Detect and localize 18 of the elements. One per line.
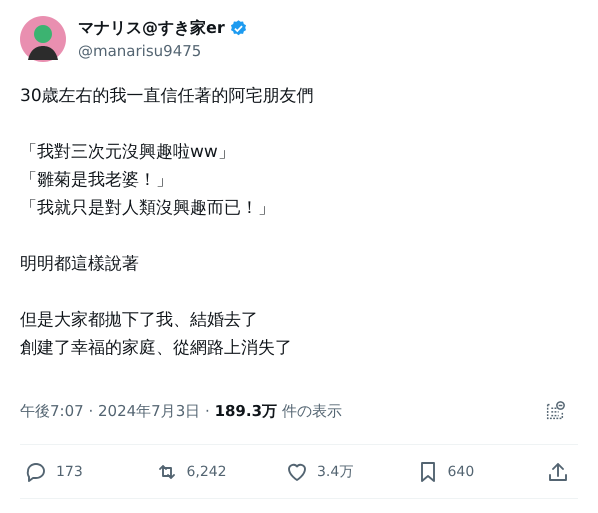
avatar-icon[interactable] xyxy=(20,16,66,62)
share-icon[interactable] xyxy=(546,460,570,484)
tweet-text-line: 創建了幸福的家庭、從網路上消失了 xyxy=(20,337,292,360)
action-count: 173 xyxy=(56,464,83,480)
author-handle[interactable]: @manarisu9475 xyxy=(78,42,248,60)
tweet-text-line: 30歳左右的我一直信任著的阿宅朋友們 xyxy=(20,85,314,108)
action-count: 640 xyxy=(448,464,474,480)
tweet-text-line: 但是大家都拋下了我、結婚去了 xyxy=(20,309,258,332)
action-count: 3.4万 xyxy=(317,463,354,481)
tweet-text-line: 「我就只是對人類沒興趣而已！」 xyxy=(20,197,275,220)
action-count: 6,242 xyxy=(186,464,227,480)
analytics-icon[interactable] xyxy=(544,400,566,422)
tweet-text-line: 「我對三次元沒興趣啦ww」 xyxy=(20,141,235,164)
reply-icon[interactable] xyxy=(24,460,48,484)
tweet-text-line: 「雛菊是我老婆！」 xyxy=(20,169,173,192)
tweet-text-line: 明明都這樣說著 xyxy=(20,253,139,276)
author-name[interactable]: マナリス@すき家er xyxy=(78,18,225,39)
tweet-meta: 午後7:07 · 2024年7月3日 · 189.3万 件の表示 xyxy=(20,402,342,420)
